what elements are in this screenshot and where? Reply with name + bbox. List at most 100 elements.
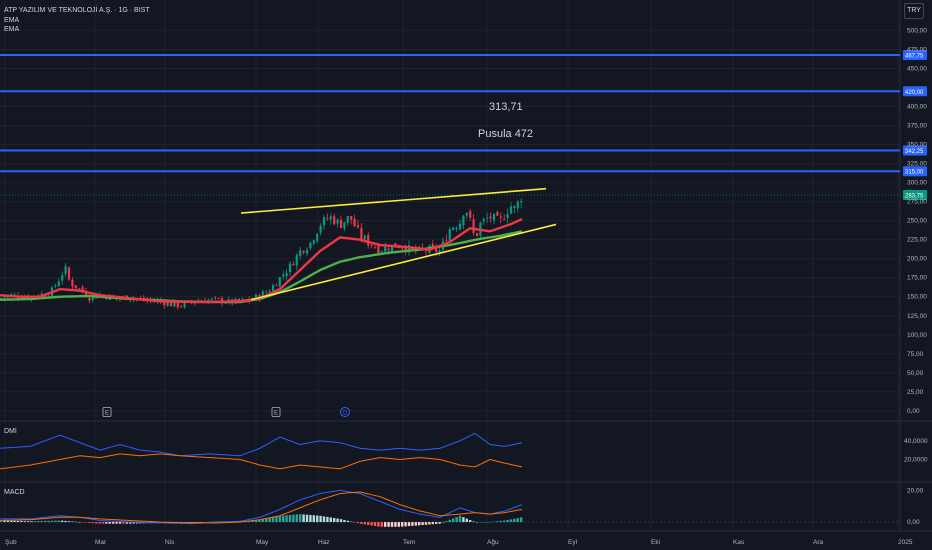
candle-body bbox=[305, 249, 309, 254]
macd-line bbox=[0, 489, 523, 525]
macd-histogram-bar bbox=[377, 522, 380, 527]
macd-histogram-bar bbox=[16, 520, 20, 523]
candle-body bbox=[336, 219, 339, 224]
candle-body bbox=[67, 267, 71, 280]
y-tick-label: 275,00 bbox=[907, 199, 927, 206]
macd-histogram-bar bbox=[282, 515, 285, 523]
candle-body bbox=[350, 215, 353, 220]
macd-histogram-bar bbox=[40, 520, 43, 523]
macd-histogram-bar bbox=[469, 520, 472, 523]
macd-title[interactable]: MACD bbox=[4, 488, 25, 497]
macd-histogram-bar bbox=[356, 522, 360, 524]
annotation-name[interactable]: Pusula 472 bbox=[478, 128, 533, 141]
dmi-title[interactable]: DMI bbox=[4, 427, 17, 436]
annotation-value[interactable]: 313,71 bbox=[489, 101, 523, 114]
candle-body bbox=[288, 263, 292, 273]
macd-histogram-bar bbox=[411, 522, 414, 526]
candle-body bbox=[319, 225, 322, 233]
candle-body bbox=[278, 277, 281, 287]
macd-histogram-bar bbox=[319, 515, 322, 523]
macd-histogram-bar bbox=[343, 519, 346, 523]
macd-histogram-bar bbox=[74, 521, 77, 523]
event-marker-label: E bbox=[274, 411, 278, 417]
level-price-label: 467,75 bbox=[905, 53, 924, 59]
macd-histogram-bar bbox=[448, 519, 451, 523]
macd-histogram-bar bbox=[390, 522, 394, 527]
macd-histogram-bar bbox=[81, 522, 84, 523]
candle-body bbox=[285, 272, 288, 277]
y-tick-label: 0,00 bbox=[907, 408, 920, 415]
horizontal-levels[interactable]: 467,75420,00342,25315,00283,75 bbox=[0, 49, 927, 200]
candle-body bbox=[373, 247, 377, 249]
macd-histogram-bar bbox=[91, 522, 94, 524]
macd-histogram-bar bbox=[292, 514, 295, 523]
macd-histogram-bar bbox=[509, 519, 513, 523]
macd-histogram-bar bbox=[288, 514, 292, 523]
axes: Şub Mar Nis May Haz Tem Ağu Eyl Eki Kas Ara 2025 500… bbox=[5, 27, 927, 546]
currency-badge[interactable]: TRY bbox=[904, 3, 924, 19]
y-tick-label: 475,00 bbox=[907, 46, 927, 53]
macd-histogram-bar bbox=[47, 520, 50, 523]
macd-histogram-bar bbox=[10, 520, 13, 523]
macd-histogram-bar bbox=[295, 514, 298, 523]
dmi-y-tick-label: 20,0000 bbox=[904, 456, 928, 463]
y-tick-label: 25,00 bbox=[907, 389, 924, 396]
macd-histogram-bar bbox=[353, 522, 356, 523]
macd-signal-line bbox=[0, 491, 523, 524]
candle-body bbox=[309, 242, 312, 249]
candle-body bbox=[486, 218, 489, 219]
candle-body bbox=[482, 219, 485, 222]
macd-histogram-bar bbox=[336, 518, 339, 523]
candle-body bbox=[169, 302, 173, 307]
macd-histogram-bar bbox=[452, 518, 455, 523]
macd-histogram-bar bbox=[424, 522, 428, 525]
macd-histogram-bar bbox=[421, 522, 424, 526]
candle-body bbox=[333, 216, 336, 225]
y-tick-label: 350,00 bbox=[907, 142, 927, 149]
candle-body bbox=[61, 275, 64, 281]
candle-body bbox=[448, 229, 451, 242]
macd-histogram-bar bbox=[387, 522, 390, 527]
chart-canvas[interactable]: 467,75420,00342,25315,00283,75 40,0000 20… bbox=[0, 0, 932, 550]
candle-body bbox=[452, 227, 455, 230]
indicator-ema-2[interactable]: EMA bbox=[4, 25, 19, 34]
indicator-ema-1[interactable]: EMA bbox=[4, 16, 19, 25]
candle-body bbox=[377, 245, 380, 254]
candle-body bbox=[516, 201, 519, 209]
macd-histogram-bar bbox=[407, 522, 411, 527]
macd-histogram-bar bbox=[71, 521, 74, 523]
candle-body bbox=[329, 216, 332, 220]
macd-histogram-bar bbox=[346, 520, 349, 523]
dmi-y-tick-label: 40,0000 bbox=[904, 438, 928, 445]
x-tick-label: Ara bbox=[813, 539, 824, 546]
macd-histogram-bar bbox=[23, 521, 26, 523]
event-markers[interactable]: EED bbox=[102, 407, 350, 417]
candle-body bbox=[339, 219, 343, 228]
macd-histogram-bar bbox=[271, 517, 275, 523]
candle-body bbox=[387, 248, 390, 251]
x-tick-label: 2025 bbox=[898, 539, 913, 546]
chart-stage[interactable]: 467,75 420,00 342,25 315,00 283,75 40,0000 20… bbox=[0, 0, 932, 550]
macd-histogram-bar bbox=[367, 522, 370, 525]
macd-histogram-bar bbox=[78, 522, 81, 523]
candle-body bbox=[292, 264, 295, 266]
macd-histogram-bar bbox=[373, 522, 377, 527]
macd-histogram-bar bbox=[506, 519, 509, 523]
macd-histogram-bar bbox=[339, 519, 343, 523]
x-tick-label: Nis bbox=[165, 539, 175, 546]
macd-histogram-bar bbox=[44, 520, 47, 523]
candle-body bbox=[506, 213, 509, 219]
candle-body bbox=[57, 281, 60, 287]
candle-body bbox=[64, 266, 67, 275]
candle-body bbox=[346, 216, 349, 223]
macd-histogram-bar bbox=[520, 517, 523, 523]
macd-histogram-bar bbox=[462, 517, 465, 523]
macd-histogram-bar bbox=[61, 520, 64, 523]
candle-body bbox=[496, 211, 499, 216]
macd-histogram-bar bbox=[95, 522, 98, 524]
x-tick-label: Eyl bbox=[568, 539, 578, 546]
dmi-plus-line bbox=[0, 433, 523, 457]
macd-histogram-bar bbox=[445, 521, 448, 523]
candle-body bbox=[370, 244, 373, 246]
event-marker-label: D bbox=[343, 411, 348, 417]
